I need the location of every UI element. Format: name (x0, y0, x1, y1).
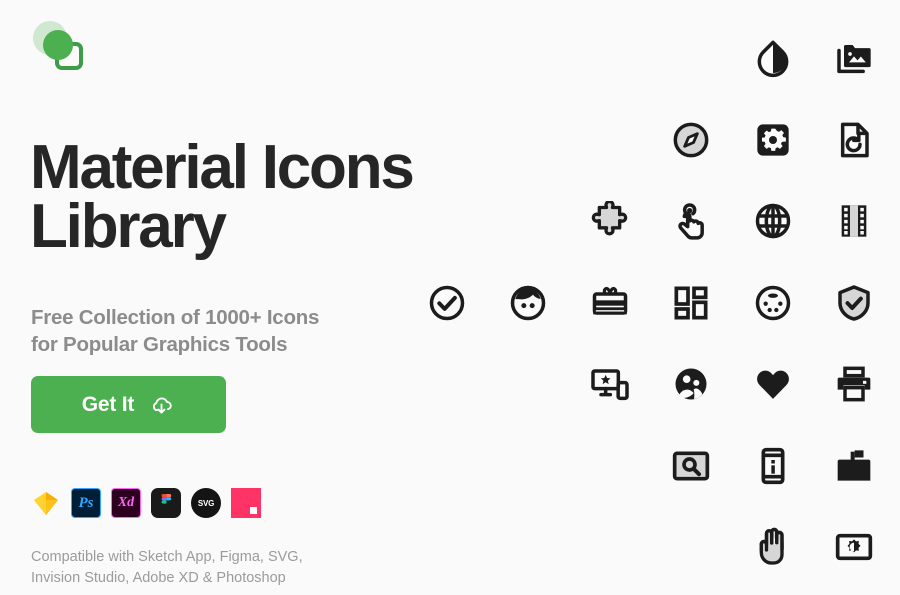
verified-user-icon[interactable] (814, 267, 896, 339)
landing-page: Material Icons Library Free Collection o… (0, 0, 900, 595)
favorite-heart-icon[interactable] (732, 348, 814, 420)
photoshop-badge: Ps (71, 488, 101, 518)
compatible-app-badges: Ps Xd SVG (31, 488, 261, 518)
restore-page-icon[interactable] (814, 104, 896, 176)
theaters-film-icon[interactable] (814, 185, 896, 257)
icon-grid-row (405, 22, 895, 94)
people-group-icon[interactable] (651, 348, 733, 420)
markunread-mailbox-icon[interactable] (814, 430, 896, 502)
compatibility-note-line-2: Invision Studio, Adobe XD & Photoshop (31, 570, 286, 587)
logo-circle-shape (43, 30, 73, 60)
icon-grid-row (405, 267, 895, 339)
card-giftcard-icon[interactable] (569, 267, 651, 339)
screen-search-desktop-icon[interactable] (651, 430, 733, 502)
svg-badge: SVG (191, 488, 221, 518)
important-devices-icon[interactable] (569, 348, 651, 420)
brand-logo-icon (31, 21, 91, 77)
extension-puzzle-icon[interactable] (569, 185, 651, 257)
page-subtitle: Free Collection of 1000+ Icons for Popul… (31, 304, 391, 358)
sketch-badge (31, 488, 61, 518)
icon-showcase-grid (405, 22, 895, 582)
pan-tool-icon[interactable] (732, 511, 814, 583)
opacity-icon[interactable] (732, 22, 814, 94)
photoshop-badge-label: Ps (78, 494, 94, 511)
settings-applications-icon[interactable] (732, 104, 814, 176)
figma-badge (151, 488, 181, 518)
settings-input-svideo-icon[interactable] (732, 267, 814, 339)
photo-library-icon[interactable] (814, 22, 896, 94)
touch-app-icon[interactable] (651, 185, 733, 257)
get-it-button[interactable]: Get It (31, 376, 226, 433)
page-subtitle-line-2: for Popular Graphics Tools (31, 332, 288, 356)
invision-studio-badge (231, 488, 261, 518)
language-globe-icon[interactable] (732, 185, 814, 257)
print-icon[interactable] (814, 348, 896, 420)
get-it-button-label: Get It (81, 392, 135, 416)
compatibility-note-line-1: Compatible with Sketch App, Figma, SVG, (31, 548, 303, 565)
icon-grid-row (405, 348, 895, 420)
icon-grid-row (405, 430, 895, 502)
compatibility-note: Compatible with Sketch App, Figma, SVG, … (31, 547, 361, 591)
dashboard-icon[interactable] (651, 267, 733, 339)
cloud-download-icon (148, 393, 175, 417)
face-icon[interactable] (488, 267, 570, 339)
invision-badge-inner-square (250, 507, 257, 514)
check-circle-icon[interactable] (406, 267, 488, 339)
svg-badge-label: SVG (197, 498, 215, 508)
icon-grid-row (405, 511, 895, 583)
settings-brightness-icon[interactable] (814, 511, 896, 583)
icon-grid-row (405, 104, 895, 176)
phonelink-info-icon[interactable] (732, 430, 814, 502)
adobe-xd-badge: Xd (111, 488, 141, 518)
icon-grid-row (405, 185, 895, 257)
adobe-xd-badge-label: Xd (117, 495, 135, 510)
explore-compass-icon[interactable] (651, 104, 733, 176)
page-subtitle-line-1: Free Collection of 1000+ Icons (31, 305, 320, 329)
